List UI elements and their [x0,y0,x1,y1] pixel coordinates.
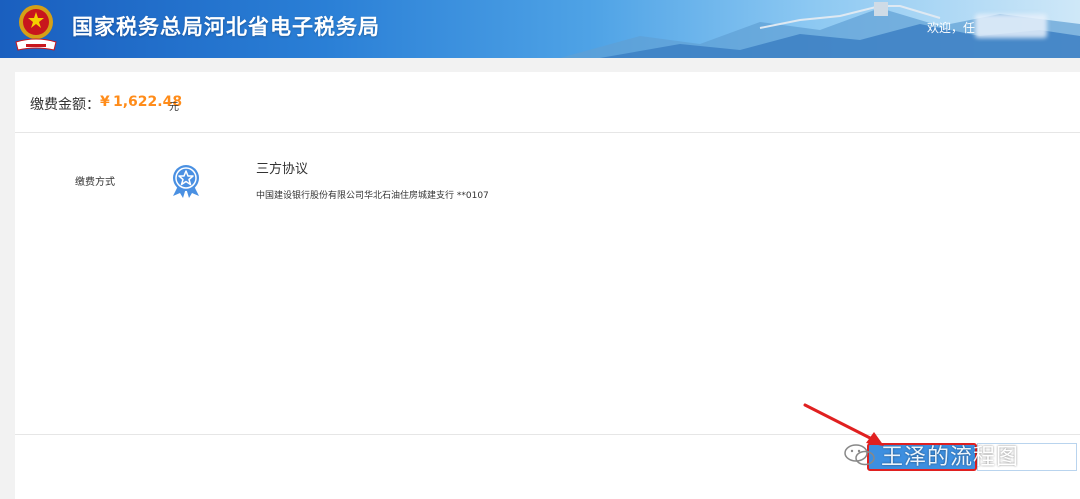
amount-unit: 元 [169,102,179,113]
payment-panel: 缴费金额： ¥ 1,622.48 元 缴费方式 三方协议 中国建设银行股份有限公… [15,72,1080,499]
currency-symbol: ¥ [100,94,110,110]
payment-method-label: 缴费方式 [75,177,115,188]
wechat-icon [844,444,875,466]
bank-account-info: 中国建设银行股份有限公司华北石油住房城建支行 **0107 [256,191,489,201]
award-badge-icon[interactable] [170,164,202,198]
national-emblem-icon [12,2,60,54]
site-title: 国家税务总局河北省电子税务局 [72,15,380,39]
amount-row: 缴费金额： ¥ 1,622.48 元 [15,72,1080,133]
payment-method-title: 三方协议 [256,162,309,177]
amount-label: 缴费金额： [30,97,100,113]
watermark-text: 王泽的流程图 [881,445,1020,470]
watermark: 王泽的流程图 [843,438,1019,472]
welcome-text: 欢迎，任 [927,21,976,35]
site-header: 国家税务总局河北省电子税务局 欢迎，任 [0,0,1080,58]
username-redacted [975,14,1047,38]
divider [15,434,1080,435]
